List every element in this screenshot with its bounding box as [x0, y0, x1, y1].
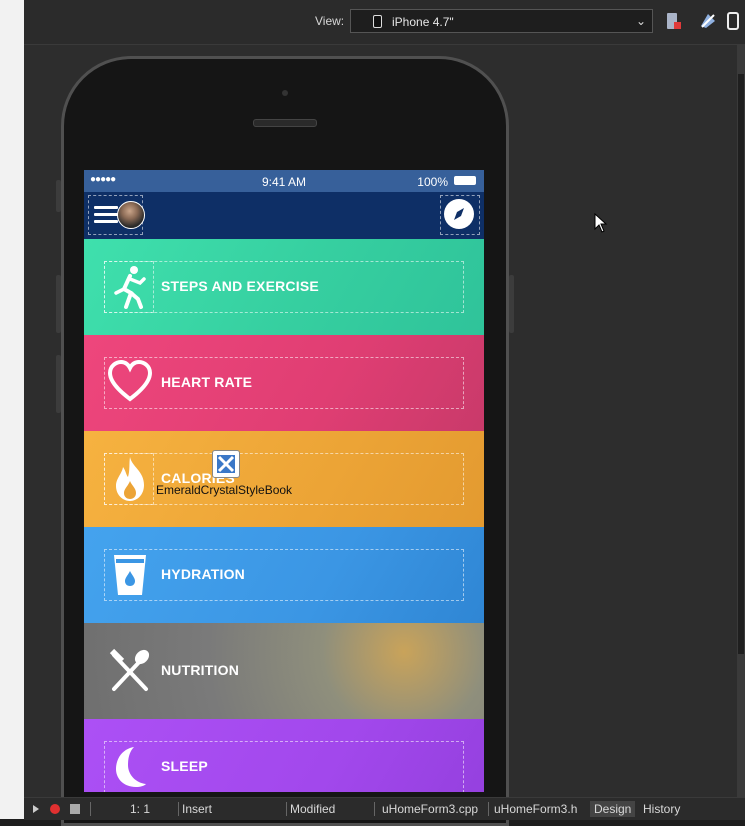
phone-orientation-icon: [727, 12, 739, 30]
tile-label: SLEEP: [161, 758, 208, 774]
tile-label: HEART RATE: [161, 374, 253, 390]
phone-speaker: [253, 119, 317, 127]
background-strip: [0, 0, 24, 819]
masterview-button[interactable]: [698, 11, 718, 31]
device-icon: [373, 15, 382, 28]
tile-label: HYDRATION: [161, 566, 245, 582]
tab-history[interactable]: History: [643, 802, 680, 816]
tile-hydration[interactable]: HYDRATION: [84, 527, 484, 623]
compass-button[interactable]: [444, 199, 474, 229]
compass-icon: [454, 208, 464, 220]
cursor-position: 1: 1: [130, 802, 151, 816]
chevron-down-icon: ⌄: [635, 14, 646, 28]
tile-calories[interactable]: CALORIES: [84, 431, 484, 527]
app-navbar: [84, 192, 484, 239]
avatar[interactable]: [117, 201, 145, 229]
device-settings-icon: [667, 13, 681, 29]
editor-status-bar: 1: 1 Insert Modified uHomeForm3.cpp uHom…: [24, 797, 745, 820]
insert-mode: Insert: [182, 802, 213, 816]
flame-icon: [116, 457, 144, 501]
phone-camera: [282, 90, 288, 96]
running-icon: [114, 266, 146, 309]
tile-label: NUTRITION: [161, 662, 240, 678]
tile-nutrition[interactable]: NUTRITION: [84, 623, 484, 719]
phone-power-button: [509, 275, 514, 333]
tile-sleep[interactable]: SLEEP: [84, 719, 484, 792]
heart-icon: [108, 359, 152, 402]
device-settings-button[interactable]: [663, 11, 683, 31]
ios-status-bar: ●●●●● 9:41 AM 100%: [84, 170, 484, 192]
hamburger-menu-icon[interactable]: [94, 206, 118, 224]
phone-volume-up: [56, 275, 61, 333]
run-icon[interactable]: [33, 805, 39, 813]
modified-state: Modified: [290, 802, 336, 816]
moon-icon: [116, 747, 146, 787]
stylebook-component-label: EmeraldCrystalStyleBook: [156, 483, 293, 497]
orientation-button[interactable]: [723, 11, 743, 31]
masterview-icon: [701, 14, 715, 28]
record-icon[interactable]: [50, 804, 60, 814]
view-select[interactable]: iPhone 4.7" ⌄: [350, 9, 653, 33]
tile-label: STEPS AND EXERCISE: [161, 278, 319, 294]
tile-steps-and-exercise[interactable]: STEPS AND EXERCISE: [84, 239, 484, 335]
stylebook-component-icon[interactable]: [212, 450, 240, 478]
tab-design[interactable]: Design: [590, 801, 636, 817]
phone-screen: ●●●●● 9:41 AM 100% STEPS AND EXERCISE HE…: [84, 170, 484, 792]
stop-icon[interactable]: [70, 804, 80, 814]
view-label: View:: [315, 14, 345, 28]
tab-header-file[interactable]: uHomeForm3.h: [494, 802, 577, 816]
battery-percent: 100%: [417, 175, 448, 189]
vertical-scrollbar[interactable]: [737, 44, 745, 806]
view-select-value: iPhone 4.7": [392, 15, 454, 29]
water-glass-icon: [114, 555, 146, 595]
phone-volume-down: [56, 355, 61, 413]
fork-spoon-icon: [109, 648, 150, 691]
tab-cpp-file[interactable]: uHomeForm3.cpp: [382, 802, 478, 816]
stylebook-icon: [217, 455, 235, 473]
mouse-cursor-icon: [594, 213, 608, 233]
run-controls: [33, 804, 80, 814]
phone-side-button: [56, 180, 61, 212]
battery-icon: [454, 176, 476, 185]
tile-heart-rate[interactable]: HEART RATE: [84, 335, 484, 431]
